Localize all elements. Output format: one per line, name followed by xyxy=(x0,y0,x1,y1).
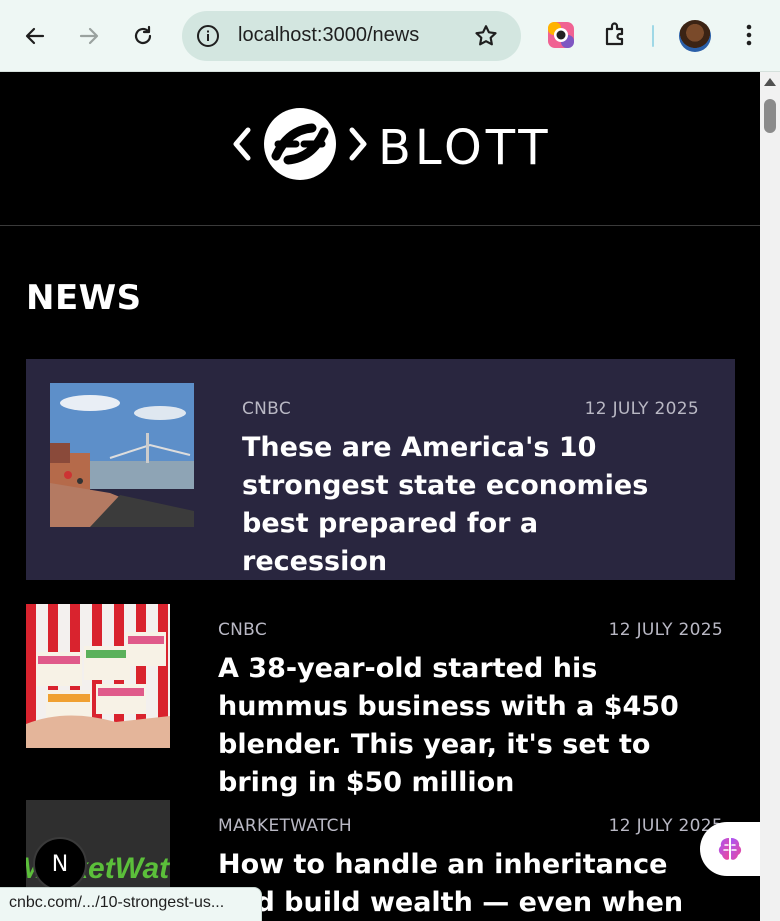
page-viewport: BLOTT NEWS CNBC 12 JULY 2025 These are A… xyxy=(0,72,760,921)
article-source: MARKETWATCH xyxy=(218,816,352,836)
ai-assistant-button[interactable] xyxy=(700,822,760,876)
browser-toolbar: localhost:3000/news xyxy=(0,0,780,72)
article-headline[interactable]: A 38-year-old started his hummus busines… xyxy=(218,650,733,802)
brand-name: BLOTT xyxy=(378,120,552,176)
blott-logo-icon xyxy=(233,108,367,180)
profile-avatar[interactable] xyxy=(679,20,711,52)
article-headline[interactable]: How to handle an inheritance and build w… xyxy=(218,846,733,921)
article-date: 12 JULY 2025 xyxy=(584,399,699,419)
blott-logo[interactable]: BLOTT xyxy=(230,106,548,182)
nextjs-logo-icon: N xyxy=(51,851,69,877)
bookmark-star-icon[interactable] xyxy=(473,23,499,49)
article-thumbnail xyxy=(50,383,194,527)
forward-arrow-icon xyxy=(79,27,99,45)
brain-ai-icon xyxy=(718,838,742,860)
page-scrollbar[interactable] xyxy=(760,72,780,921)
puzzle-extensions-icon[interactable] xyxy=(601,20,631,50)
site-info-icon[interactable] xyxy=(196,24,220,48)
article-source: CNBC xyxy=(218,620,268,640)
scroll-thumb[interactable] xyxy=(764,99,776,133)
news-card-featured[interactable]: CNBC 12 JULY 2025 These are America's 10… xyxy=(26,359,735,580)
address-bar[interactable]: localhost:3000/news xyxy=(182,11,521,61)
url-text[interactable]: localhost:3000/news xyxy=(238,24,419,47)
more-menu-icon[interactable] xyxy=(734,20,764,50)
article-date: 12 JULY 2025 xyxy=(608,620,723,640)
color-picker-extension-icon[interactable] xyxy=(546,20,576,50)
reload-button[interactable] xyxy=(125,18,161,54)
article-date: 12 JULY 2025 xyxy=(608,816,723,836)
forward-button[interactable] xyxy=(71,18,107,54)
back-arrow-icon xyxy=(25,27,45,45)
nextjs-dev-badge[interactable]: N xyxy=(33,837,87,891)
news-card[interactable]: CNBC 12 JULY 2025 A 38-year-old started … xyxy=(26,604,735,798)
article-headline[interactable]: These are America's 10 strongest state e… xyxy=(242,429,682,581)
section-title: NEWS xyxy=(26,278,142,318)
link-status-bar: cnbc.com/.../10-strongest-us... xyxy=(0,887,262,921)
back-button[interactable] xyxy=(17,18,53,54)
reload-icon xyxy=(134,25,152,45)
article-source: CNBC xyxy=(242,399,292,419)
toolbar-divider xyxy=(652,25,654,47)
site-header: BLOTT xyxy=(0,72,760,226)
scroll-up-arrow-icon[interactable] xyxy=(764,78,776,86)
article-thumbnail xyxy=(26,604,170,748)
